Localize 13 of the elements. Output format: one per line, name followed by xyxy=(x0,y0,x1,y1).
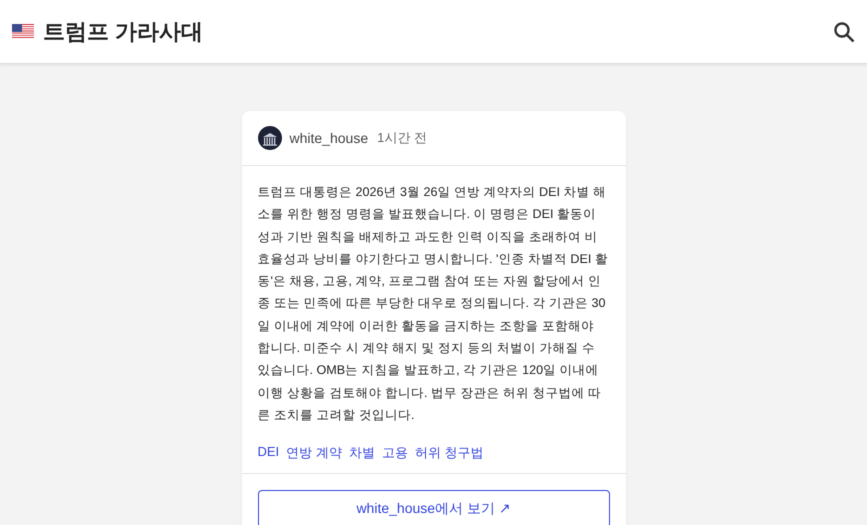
flag-icon xyxy=(12,24,34,39)
post-body: 트럼프 대통령은 2026년 3월 26일 연방 계약자의 DEI 차별 해소를 위한 행정 명령을 발표했습니다. 이 명령은 DEI 활동이 성과 기반 원칙을 배제하고 과도한 인력 이직을 초래하여 비효율성과 낭비를 야기한다고 명시합니다. '인종 차별적 DEI 활동'은 채용, 고용, 계약, 프로그램 참여 또는 자원 할당에서 인종 또는 민족에 따른 부당한 대우로 정의됩니다. 각 기관은 30일 이내에 계약에 이러한 활동을 금지하는 조항을 포함해야 합니다. 미준수 시 계약 해지 및 정지 등의 처벌이 가해질 수 있습니다. OMB는 지침을 발표하고, 각 기관은 120일 이내에 이행 상황을 검토해야 합니다. 법무 장관은 허위 청구법에 따른 조치를 고려할 것입니다. xyxy=(258,184,609,424)
avatar-icon xyxy=(258,126,282,150)
tag-link[interactable]: DEI xyxy=(258,444,280,462)
author-name: white_house xyxy=(290,130,368,146)
tag-link[interactable]: 허위 청구법 xyxy=(414,444,484,462)
tag-link[interactable]: 차별 xyxy=(348,444,375,462)
tag-link[interactable]: 고용 xyxy=(382,444,408,462)
tag-link[interactable]: 연방 계약 xyxy=(286,444,342,462)
view-source-button[interactable]: white_house에서 보기 ↗ xyxy=(258,490,610,525)
post-time: 1시간 전 xyxy=(377,129,427,147)
search-icon[interactable] xyxy=(833,20,855,42)
app-title: 트럼프 가라사대 xyxy=(43,18,204,46)
